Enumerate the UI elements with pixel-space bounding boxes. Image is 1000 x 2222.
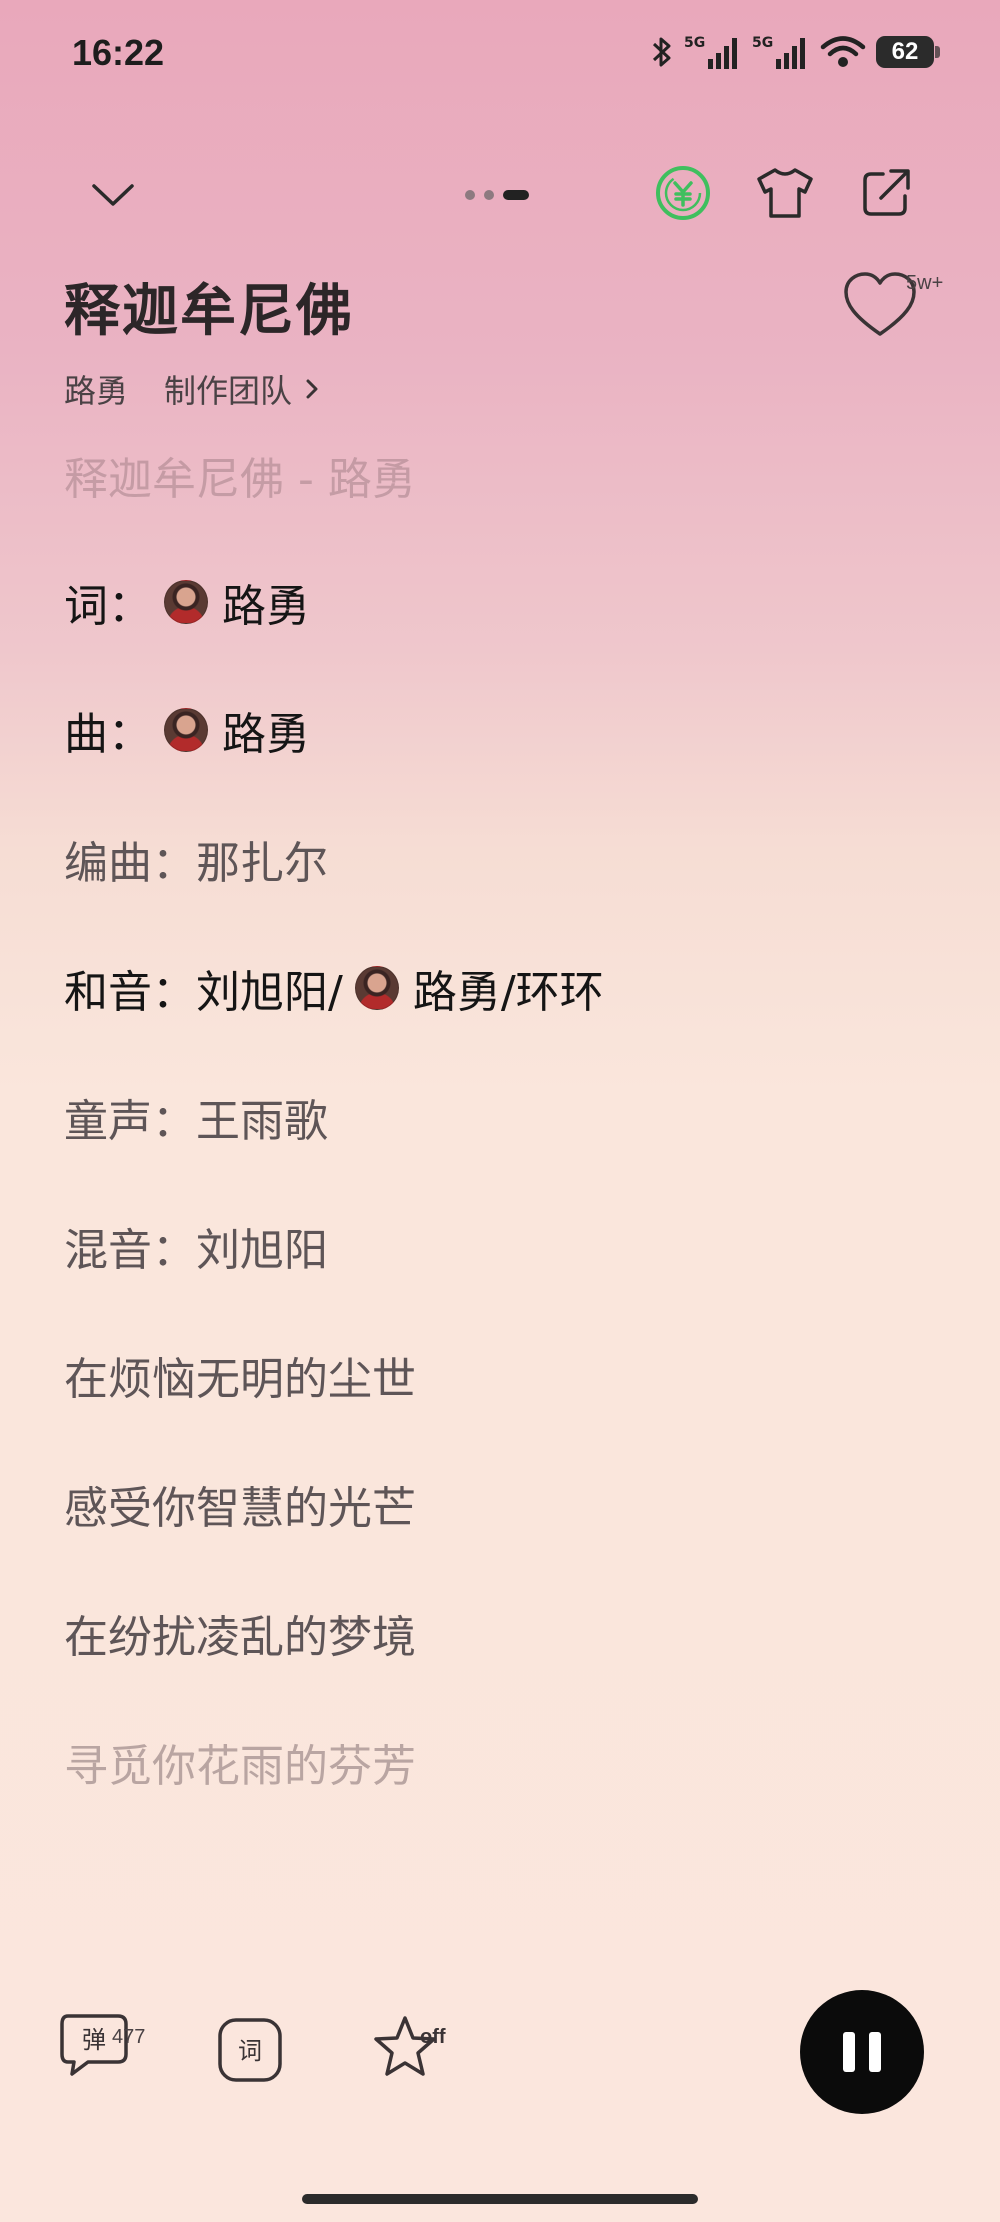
lyric-icon: 词 bbox=[218, 2018, 282, 2082]
svg-text:5G: 5G bbox=[684, 35, 705, 51]
signal-icon: 5G bbox=[684, 35, 737, 69]
pause-button[interactable] bbox=[800, 1990, 924, 2114]
like-count: 5w+ bbox=[906, 272, 944, 294]
page-dot bbox=[465, 190, 475, 200]
credit-label: 词： bbox=[64, 581, 152, 632]
artist-link[interactable]: 路勇 bbox=[64, 366, 128, 412]
team-link-label: 制作团队 bbox=[164, 372, 293, 410]
bluetooth-icon bbox=[652, 37, 671, 67]
home-indicator[interactable] bbox=[302, 2194, 698, 2204]
skin-button[interactable] bbox=[752, 162, 818, 224]
avatar[interactable] bbox=[164, 708, 208, 752]
chevron-down-icon bbox=[92, 184, 134, 206]
svg-text:5G: 5G bbox=[752, 35, 773, 51]
lyric-header: 释迦牟尼佛 - 路勇 bbox=[64, 454, 416, 505]
lyric-credit-composer: 曲： 路勇 bbox=[64, 695, 310, 765]
wifi-icon bbox=[820, 36, 866, 67]
signal-icon: 5G bbox=[752, 35, 805, 69]
player-top-bar bbox=[0, 150, 1000, 240]
lyric-credit-arranger: 编曲：那扎尔 bbox=[64, 838, 328, 889]
danmu-count: 477 bbox=[112, 2026, 146, 2048]
svg-text:弹: 弹 bbox=[82, 2026, 106, 2054]
credit-name: 路勇/环环 bbox=[412, 967, 604, 1018]
battery-icon: 62 bbox=[876, 36, 940, 68]
lyric-credit-harmony: 和音： 刘旭阳/ 路勇/环环 bbox=[64, 953, 604, 1023]
share-icon bbox=[863, 169, 910, 216]
status-icons: 5G 5G 62 bbox=[650, 32, 940, 72]
coin-button[interactable] bbox=[652, 162, 714, 224]
avatar[interactable] bbox=[354, 966, 399, 1010]
credit-label: 曲： bbox=[64, 709, 152, 760]
coin-icon bbox=[656, 166, 710, 220]
page-dot-active bbox=[503, 190, 529, 200]
lyric-line: 在纷扰凌乱的梦境 bbox=[64, 1612, 416, 1663]
lyric-line: 感受你智慧的光芒 bbox=[64, 1483, 416, 1534]
status-bar: 16:22 5G 5G 62 bbox=[0, 0, 1000, 110]
team-link[interactable]: 制作团队 bbox=[164, 366, 324, 412]
svg-text:词: 词 bbox=[238, 2037, 262, 2065]
credit-name[interactable]: 路勇 bbox=[222, 698, 310, 762]
lyric-button[interactable]: 词 bbox=[216, 2016, 286, 2086]
credit-name: 刘旭阳/ bbox=[196, 967, 343, 1018]
song-title: 释迦牟尼佛 bbox=[64, 279, 354, 344]
lyric-line: 寻觅你花雨的芬芳 bbox=[64, 1741, 416, 1792]
tshirt-icon bbox=[757, 168, 813, 218]
battery-level: 62 bbox=[891, 38, 919, 65]
status-time: 16:22 bbox=[72, 32, 165, 73]
star-off-label: off bbox=[420, 2026, 446, 2048]
lyric-credit-child-voice: 童声：王雨歌 bbox=[64, 1096, 328, 1147]
player-bottom-bar: 弹 477 词 off bbox=[0, 1980, 1000, 2130]
chevron-right-icon bbox=[306, 379, 318, 399]
pause-icon bbox=[869, 2032, 881, 2072]
share-button[interactable] bbox=[855, 162, 917, 224]
collapse-button[interactable] bbox=[80, 168, 146, 222]
credit-name[interactable]: 路勇 bbox=[222, 570, 310, 634]
lyric-line: 在烦恼无明的尘世 bbox=[64, 1354, 416, 1405]
avatar[interactable] bbox=[164, 580, 208, 624]
pause-icon bbox=[843, 2032, 855, 2072]
page-indicator[interactable] bbox=[465, 190, 529, 200]
song-meta: 路勇 制作团队 bbox=[64, 366, 324, 412]
page-dot bbox=[484, 190, 494, 200]
credit-label: 和音： bbox=[64, 967, 196, 1018]
lyric-credit-mixing: 混音：刘旭阳 bbox=[64, 1225, 328, 1276]
lyric-credit-lyricist: 词： 路勇 bbox=[64, 567, 310, 637]
